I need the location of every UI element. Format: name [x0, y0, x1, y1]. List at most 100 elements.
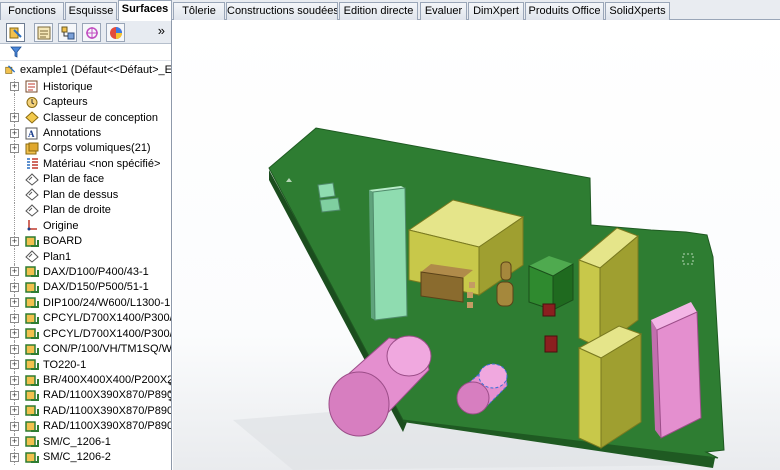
tree-item[interactable]: + Classeur de conception: [0, 109, 171, 126]
expand-toggle[interactable]: +: [10, 282, 19, 292]
expand-toggle[interactable]: +: [10, 267, 19, 277]
tree-item-label: Historique: [43, 80, 93, 93]
dip-chip[interactable]: [369, 186, 408, 321]
expand-toggle[interactable]: +: [10, 421, 19, 431]
to220-component[interactable]: [528, 256, 574, 311]
tree-connector-line: [14, 171, 15, 188]
property-manager-tab[interactable]: [34, 23, 53, 42]
smd-red-1[interactable]: [542, 303, 556, 317]
resistor-2[interactable]: [467, 292, 473, 298]
feature-icon: [25, 435, 39, 448]
expand-toggle[interactable]: +: [10, 360, 19, 370]
pink-connector[interactable]: [651, 302, 702, 439]
tab-dimxpert[interactable]: DimXpert: [468, 2, 524, 20]
resistor-3[interactable]: [467, 302, 473, 308]
tree-item[interactable]: + CON/P/100/VH/TM1SQ/W1: [0, 341, 172, 357]
tree-item[interactable]: + RAD/1100X390X870/P890/43: [0, 403, 172, 419]
tree-item-label: RAD/1100X390X870/P890/43: [43, 404, 172, 417]
expand-toggle[interactable]: +: [10, 375, 19, 385]
tree-item[interactable]: Plan de dessus: [0, 187, 171, 203]
svg-text:A: A: [28, 129, 35, 139]
tree-item[interactable]: Matériau <non spécifié>: [0, 156, 171, 172]
panel-splitter-grip[interactable]: ◂ ◂ ◂: [168, 380, 171, 410]
tree-item-label: SM/C_1206-1: [43, 435, 111, 448]
capacitor-small-2[interactable]: [496, 281, 514, 307]
expand-toggle[interactable]: +: [10, 113, 19, 123]
expand-toggle[interactable]: +: [10, 143, 19, 153]
feature-icon: [25, 265, 39, 278]
tree-item[interactable]: Plan de face: [0, 171, 171, 188]
expand-toggle[interactable]: +: [10, 390, 19, 400]
tree-item[interactable]: Plan1: [0, 248, 171, 265]
filter-icon[interactable]: [10, 46, 22, 58]
tree-item[interactable]: + BOARD: [0, 233, 171, 249]
expand-toggle[interactable]: +: [10, 298, 19, 308]
dimxpert-manager-icon: [85, 26, 98, 39]
tab-t-lerie[interactable]: Tôlerie: [173, 2, 225, 20]
feature-manager-tab[interactable]: [6, 23, 25, 42]
tree-item[interactable]: Origine: [0, 217, 171, 234]
tree-item[interactable]: + RAD/1100X390X870/P890/4: [0, 418, 171, 435]
feature-icon: [25, 296, 39, 309]
feature-icon: [25, 389, 39, 402]
tree-item-label: Plan1: [43, 250, 72, 263]
tree-item[interactable]: + BR/400X400X400/P200X200/: [0, 372, 172, 388]
capacitor-small-1[interactable]: [500, 261, 512, 281]
tree-item[interactable]: + DIP100/24/W600/L1300-1: [0, 295, 171, 311]
tree-connector-line: [14, 156, 15, 172]
tab-surfaces[interactable]: Surfaces: [118, 0, 172, 21]
expand-toggle[interactable]: +: [10, 344, 19, 354]
tree-item-label: SM/C_1206-2: [43, 451, 111, 464]
panel-expand-button[interactable]: »: [158, 24, 165, 38]
feature-icon: [25, 420, 39, 433]
expand-toggle[interactable]: +: [10, 313, 19, 323]
tab-constructions-soud-es[interactable]: Constructions soudées: [226, 2, 338, 20]
resistor-1[interactable]: [469, 282, 475, 288]
tree-item[interactable]: + DAX/D100/P400/43-1: [0, 264, 171, 280]
tree-item-label: BR/400X400X400/P200X200/: [43, 374, 172, 387]
property-manager-icon: [37, 26, 50, 39]
tree-item[interactable]: + A Annotations: [0, 125, 171, 141]
tab-solidxperts[interactable]: SolidXperts: [605, 2, 670, 20]
tree-item[interactable]: + SM/C_1206-2: [0, 449, 171, 465]
dimxpert-manager-tab[interactable]: [82, 23, 101, 42]
tree-item[interactable]: + DAX/D150/P500/51-1: [0, 279, 171, 296]
tree-item-label: CON/P/100/VH/TM1SQ/W1: [43, 343, 172, 356]
tree-item[interactable]: + RAD/1100X390X870/P890/4: [0, 387, 172, 404]
tree-connector-line: [14, 248, 15, 265]
smd-red-2[interactable]: [544, 335, 558, 353]
display-manager-tab[interactable]: [106, 23, 125, 42]
tree-item[interactable]: + SM/C_1206-1: [0, 434, 171, 450]
tree-item-label: Capteurs: [43, 96, 88, 109]
feature-manager-panel: » example1 (Défaut<<Défaut>_E + Historiqu…: [0, 20, 172, 470]
expand-toggle[interactable]: +: [10, 329, 19, 339]
tree-item-label: Matériau <non spécifié>: [43, 157, 161, 170]
pcb-3d-model[interactable]: [173, 20, 780, 470]
tree-item[interactable]: + CPCYL/D700X1400/P300/43: [0, 310, 171, 326]
tab-fonctions[interactable]: Fonctions: [0, 2, 64, 20]
tab-esquisse[interactable]: Esquisse: [65, 2, 117, 20]
tree-item[interactable]: Plan de droite: [0, 202, 171, 218]
expand-toggle[interactable]: +: [10, 406, 19, 416]
tree-item-label: RAD/1100X390X870/P890/4: [43, 389, 172, 402]
tree-item-label: Plan de face: [43, 173, 105, 186]
tab-edition-directe[interactable]: Edition directe: [339, 2, 418, 20]
tree-item[interactable]: Capteurs: [0, 94, 171, 110]
tree-item[interactable]: + CPCYL/D700X1400/P300/43: [0, 326, 171, 342]
feature-icon: [25, 358, 39, 371]
plane-icon: [25, 204, 39, 217]
expand-toggle[interactable]: +: [10, 128, 19, 138]
expand-toggle[interactable]: +: [10, 82, 19, 92]
tab-produits-office[interactable]: Produits Office: [525, 2, 604, 20]
material-icon: [25, 157, 39, 170]
expand-toggle[interactable]: +: [10, 452, 19, 462]
tree-item[interactable]: + Corps volumiques(21): [0, 140, 171, 157]
tab-evaluer[interactable]: Evaluer: [420, 2, 467, 20]
expand-toggle[interactable]: +: [10, 236, 19, 246]
tree-root[interactable]: example1 (Défaut<<Défaut>_E: [0, 62, 171, 78]
graphics-viewport[interactable]: [173, 20, 780, 470]
expand-toggle[interactable]: +: [10, 437, 19, 447]
tree-item[interactable]: + Historique: [0, 79, 171, 95]
configuration-manager-tab[interactable]: [58, 23, 77, 42]
tree-item[interactable]: + TO220-1: [0, 356, 171, 373]
